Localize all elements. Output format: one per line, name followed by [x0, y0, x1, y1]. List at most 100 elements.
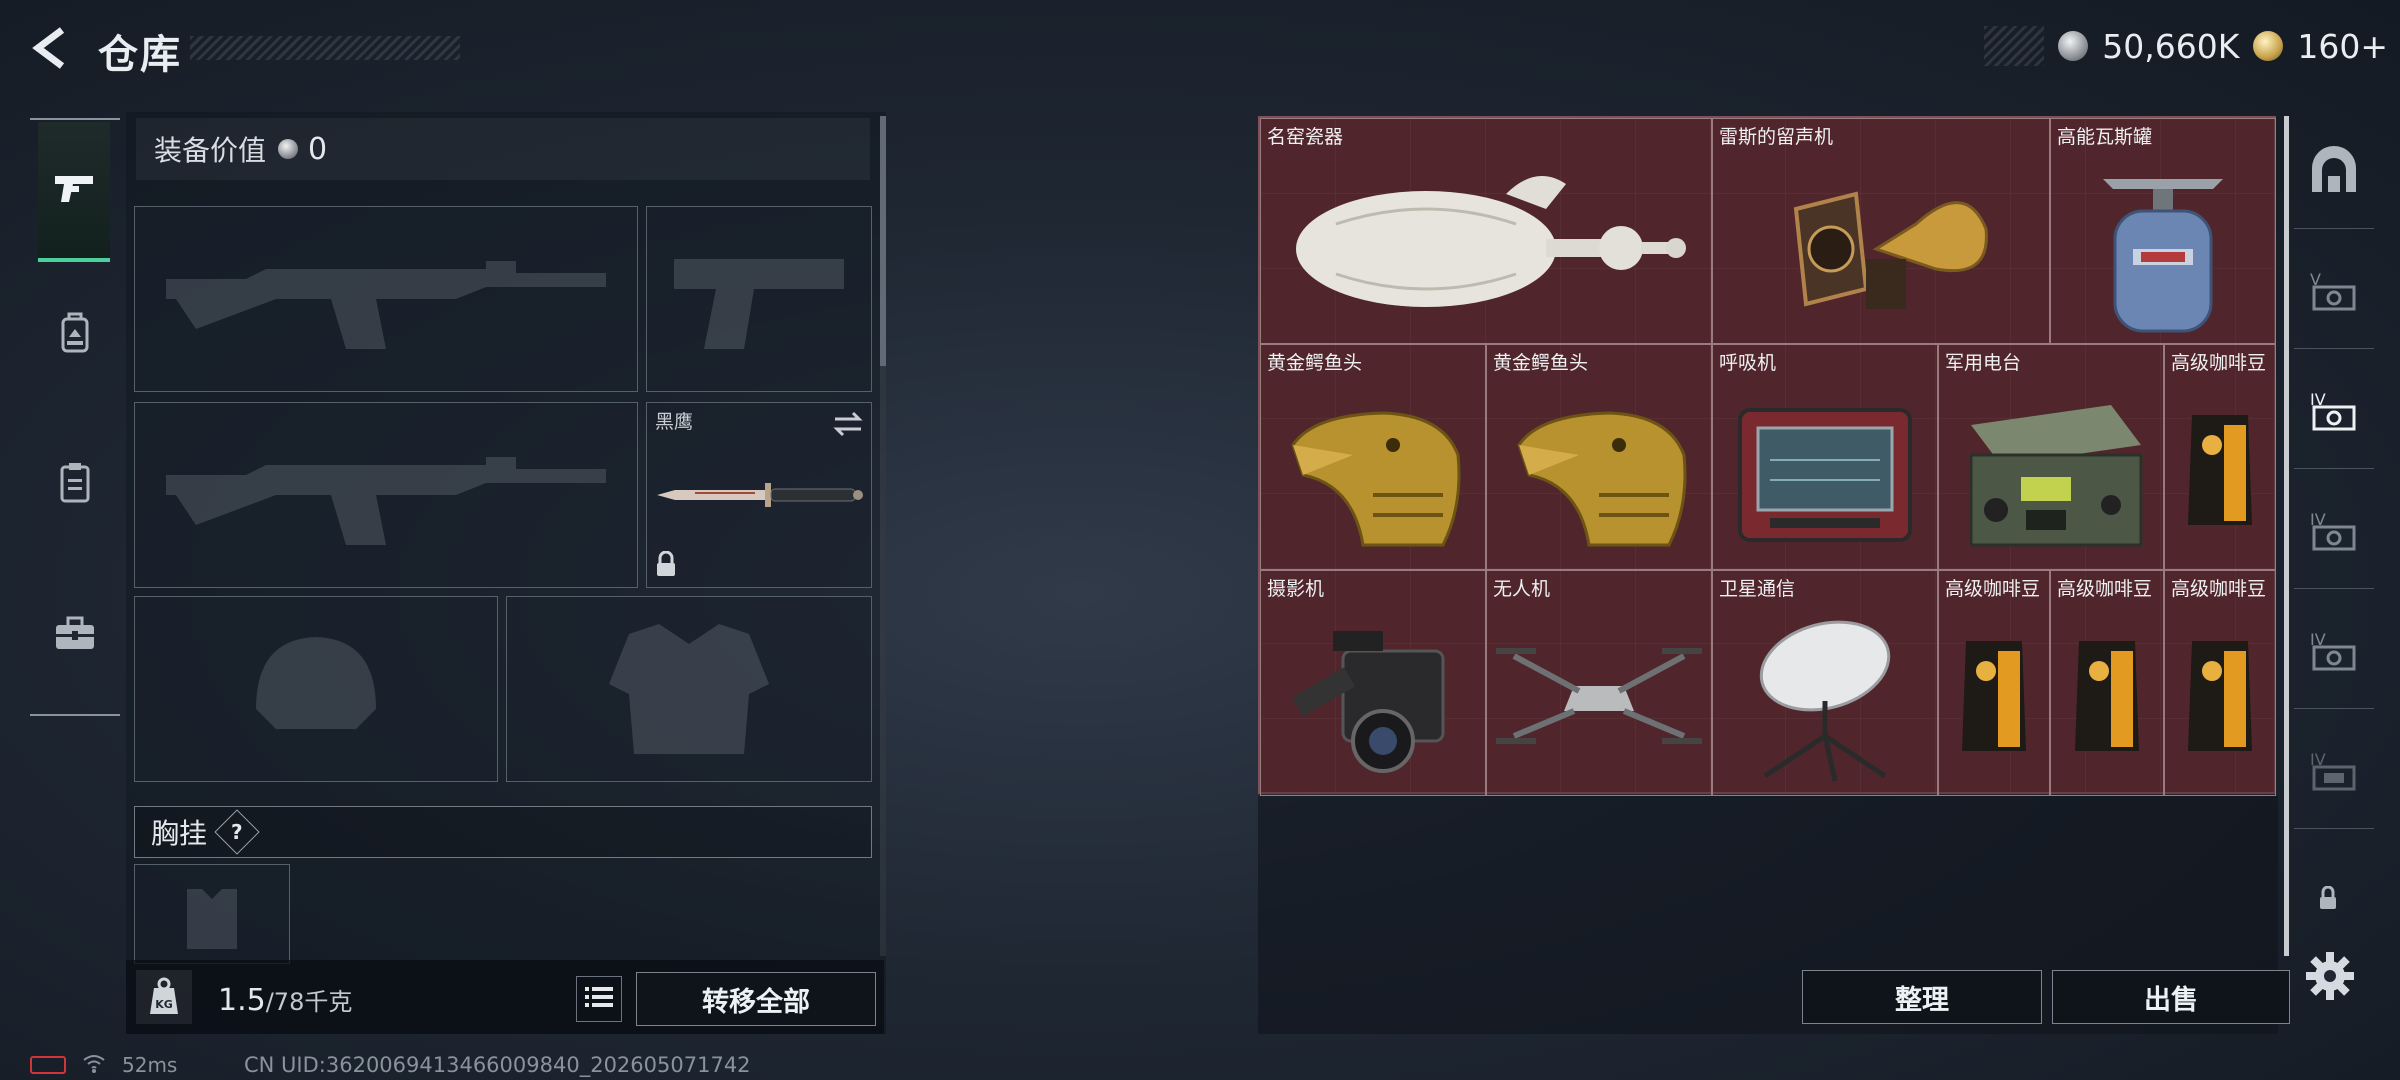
nav-backpack[interactable] — [30, 275, 120, 395]
tab-storage-iv-active[interactable]: IV — [2294, 358, 2374, 469]
storage-v-icon: V — [2308, 267, 2360, 319]
nav-clipboard[interactable] — [30, 425, 120, 545]
inventory-item-ventilator[interactable]: 呼吸机 — [1712, 344, 1938, 570]
user-uid: CN UID:3620069413466009840_202605071742 — [244, 1053, 751, 1077]
gramophone-icon — [1713, 145, 2049, 343]
satellite-dish-icon — [1713, 597, 1937, 795]
transfer-all-button[interactable]: 转移全部 — [636, 972, 876, 1026]
equipment-value-label: 装备价值 — [154, 134, 267, 167]
status-bar: 52ms — [30, 1052, 177, 1078]
inventory-item-military-radio[interactable]: 军用电台 — [1938, 344, 2164, 570]
inventory-item-satellite[interactable]: 卫星通信 — [1712, 570, 1938, 796]
gold-currency-value[interactable]: 160+ — [2297, 27, 2388, 66]
storage-iv-icon: IV — [2308, 747, 2360, 799]
tab-safehouse[interactable] — [2294, 118, 2374, 229]
knife-icon — [655, 475, 865, 519]
inventory-scrollbar[interactable] — [2284, 116, 2289, 956]
wifi-icon — [82, 1053, 106, 1078]
military-radio-icon — [1939, 371, 2163, 569]
clipboard-icon — [57, 461, 93, 509]
gas-canister-icon — [2051, 145, 2275, 343]
equipment-scrollbar[interactable] — [880, 116, 886, 366]
storage-iv-icon: IV — [2308, 507, 2360, 559]
silver-coin-icon — [278, 139, 299, 159]
page-title: 仓库 — [98, 32, 182, 78]
helmet-slot[interactable] — [134, 596, 498, 782]
coffee-bag-icon — [2165, 371, 2275, 569]
help-question-mark: ? — [231, 819, 243, 844]
weight-readout: 1.5/78千克 — [218, 982, 352, 1018]
tab-storage-iv-4[interactable]: IV — [2294, 718, 2374, 829]
helmet-silhouette-icon — [135, 597, 497, 781]
pistol-icon — [51, 168, 97, 212]
sidearm-slot[interactable] — [646, 206, 872, 392]
silver-currency-value: 50,660K — [2102, 26, 2240, 66]
inventory-item-coffee-4[interactable]: 高级咖啡豆 — [2164, 570, 2276, 796]
melee-item-name: 黑鹰 — [655, 411, 694, 433]
tab-storage-iv-3[interactable]: IV — [2294, 598, 2374, 709]
chest-rig-slot[interactable] — [134, 864, 290, 964]
sell-button[interactable]: 出售 — [2052, 970, 2290, 1024]
vest-silhouette-icon — [135, 865, 289, 963]
inventory-item-gas-canister[interactable]: 高能瓦斯罐 — [2050, 118, 2276, 344]
gold-crocodile-head-icon — [1261, 371, 1485, 569]
sort-button[interactable]: 整理 — [1802, 970, 2042, 1024]
toolbox-icon — [53, 613, 97, 657]
back-arrow-icon[interactable] — [28, 24, 72, 72]
coffee-bag-icon — [2051, 597, 2163, 795]
list-view-button[interactable] — [576, 976, 622, 1022]
video-camera-icon — [1261, 597, 1485, 795]
inventory-item-coffee-2[interactable]: 高级咖啡豆 — [1938, 570, 2050, 796]
swap-icon[interactable] — [833, 411, 863, 441]
chest-rig-header: 胸挂 ? — [134, 806, 872, 858]
title-decoration — [190, 36, 460, 60]
safehouse-icon — [2308, 146, 2360, 200]
chest-rig-label: 胸挂 — [151, 817, 208, 850]
equipment-value-bar: 装备价值 0 — [136, 118, 870, 180]
inventory-item-coffee-3[interactable]: 高级咖啡豆 — [2050, 570, 2164, 796]
inventory-item-gold-crocodile-2[interactable]: 黄金鳄鱼头 — [1486, 344, 1712, 570]
gold-crocodile-head-icon — [1487, 371, 1711, 569]
list-icon — [585, 985, 613, 1013]
primary-weapon-slot-2[interactable] — [134, 402, 638, 588]
coffee-bag-icon — [1939, 597, 2049, 795]
nav-toolbox[interactable] — [30, 575, 120, 695]
weight-max: /78千克 — [265, 988, 353, 1016]
storage-iv-icon: IV — [2308, 627, 2360, 679]
backpack-icon — [55, 311, 95, 359]
primary-weapon-slot-1[interactable] — [134, 206, 638, 392]
settings-gear-icon[interactable] — [2304, 950, 2356, 1002]
inventory-item-gold-crocodile-1[interactable]: 黄金鳄鱼头 — [1260, 344, 1486, 570]
armor-slot[interactable] — [506, 596, 872, 782]
lock-icon — [655, 550, 677, 581]
ventilator-icon — [1713, 371, 1937, 569]
currency-bar: 50,660K 160+ — [1984, 22, 2388, 70]
coffee-bag-icon — [2165, 597, 2275, 795]
rifle-silhouette-icon — [135, 207, 637, 391]
weight-kg-icon: KG — [136, 970, 192, 1024]
storage-iv-icon: IV — [2308, 387, 2360, 439]
svg-text:KG: KG — [155, 998, 173, 1011]
chest-rig-help-button[interactable]: ? — [214, 809, 260, 855]
inventory-item-porcelain[interactable]: 名窑瓷器 — [1260, 118, 1712, 344]
melee-slot[interactable]: 黑鹰 — [646, 402, 872, 588]
inventory-item-gramophone[interactable]: 雷斯的留声机 — [1712, 118, 2050, 344]
battery-low-icon — [30, 1056, 66, 1074]
silver-coin-icon — [2058, 31, 2089, 61]
inventory-item-coffee-1[interactable]: 高级咖啡豆 — [2164, 344, 2276, 570]
equipment-value: 0 — [308, 131, 328, 167]
ping-value: 52ms — [122, 1053, 178, 1077]
lock-icon — [2318, 885, 2338, 914]
left-category-nav — [30, 118, 120, 716]
pistol-silhouette-icon — [647, 207, 871, 391]
inventory-item-video-camera[interactable]: 摄影机 — [1260, 570, 1486, 796]
tab-storage-v[interactable]: V — [2294, 238, 2374, 349]
tab-storage-iv-2[interactable]: IV — [2294, 478, 2374, 589]
gold-coin-icon — [2253, 31, 2284, 61]
inventory-item-drone[interactable]: 无人机 — [1486, 570, 1712, 796]
nav-weapons[interactable] — [38, 122, 110, 262]
weight-current: 1.5 — [218, 983, 266, 1018]
rifle-silhouette-icon — [135, 403, 637, 587]
armor-silhouette-icon — [507, 597, 871, 781]
currency-decoration — [1984, 26, 2045, 66]
